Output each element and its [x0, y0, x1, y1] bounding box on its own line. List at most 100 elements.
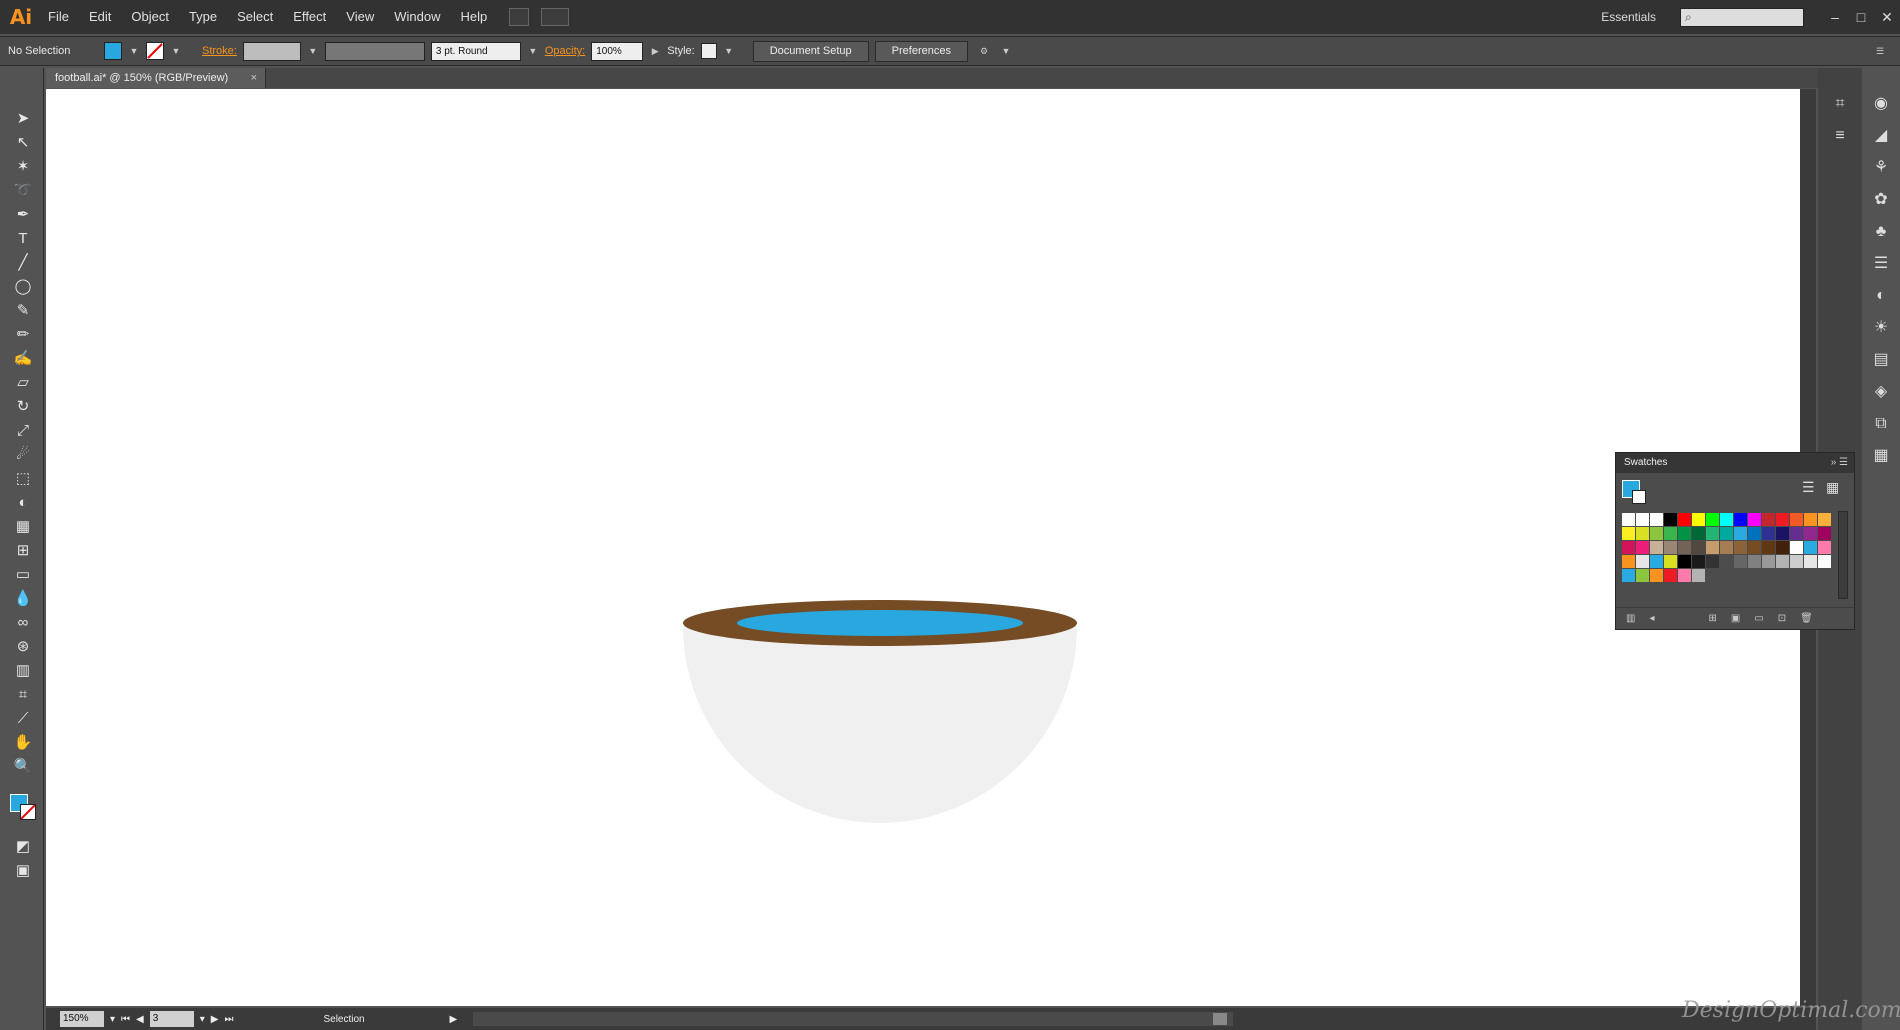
folder-icon[interactable]: ▭: [1754, 613, 1763, 624]
swatch-color[interactable]: [1678, 569, 1691, 582]
swatch-color[interactable]: [1790, 541, 1803, 554]
gradient-tool-icon[interactable]: ▭: [8, 562, 38, 586]
menu-effect[interactable]: Effect: [283, 0, 336, 34]
warp-tool-icon[interactable]: ☄: [8, 442, 38, 466]
menu-window[interactable]: Window: [384, 0, 450, 34]
swatch-color[interactable]: [1818, 555, 1831, 568]
swatch-color[interactable]: [1706, 513, 1719, 526]
document-setup-button[interactable]: Document Setup: [752, 40, 869, 62]
swatch-color[interactable]: [1804, 513, 1817, 526]
symbols-panel-icon[interactable]: ♣: [1868, 220, 1894, 244]
selection-tool-icon[interactable]: ➤: [8, 106, 38, 130]
artboards-panel-icon[interactable]: ⌗: [1827, 92, 1853, 116]
help-search-input[interactable]: ⌕: [1680, 7, 1804, 27]
rotate-tool-icon[interactable]: ↻: [8, 394, 38, 418]
swatch-color[interactable]: [1776, 513, 1789, 526]
menu-view[interactable]: View: [336, 0, 384, 34]
opacity-field[interactable]: 100%: [591, 41, 644, 61]
swatch-grid[interactable]: [1622, 513, 1834, 582]
swatches-panel-icon[interactable]: ▦: [1868, 444, 1894, 468]
swatch-color[interactable]: [1622, 527, 1635, 540]
minimize-button[interactable]: –: [1822, 7, 1848, 27]
swatch-color[interactable]: [1776, 541, 1789, 554]
chevron-down-icon[interactable]: ▼: [527, 42, 539, 60]
brushes-panel-icon[interactable]: ✿: [1868, 188, 1894, 212]
swatch-color[interactable]: [1720, 555, 1733, 568]
swatch-color[interactable]: [1734, 527, 1747, 540]
scale-tool-icon[interactable]: ⤢: [8, 418, 38, 442]
swatch-color[interactable]: [1650, 527, 1663, 540]
chevron-down-icon[interactable]: ▼: [170, 42, 182, 60]
chevron-right-icon[interactable]: ▶: [649, 42, 661, 60]
gradient-panel-icon[interactable]: ◐: [1868, 284, 1894, 308]
stroke-weight-field[interactable]: [242, 41, 301, 61]
transparency-panel-icon[interactable]: ☀: [1868, 316, 1894, 340]
swatch-color[interactable]: [1762, 527, 1775, 540]
swatch-color[interactable]: [1692, 555, 1705, 568]
artboard-number-field[interactable]: 3: [149, 1011, 194, 1027]
maximize-button[interactable]: □: [1848, 7, 1874, 27]
magic-wand-icon[interactable]: ✶: [8, 154, 38, 178]
eyedropper-icon[interactable]: 💧: [8, 586, 38, 610]
zoom-tool-icon[interactable]: 🔍: [8, 754, 38, 778]
swatch-color[interactable]: [1790, 513, 1803, 526]
swatch-color[interactable]: [1622, 541, 1635, 554]
bridge-icon[interactable]: [509, 8, 530, 26]
free-transform-icon[interactable]: ⬚: [8, 466, 38, 490]
appearance-panel-icon[interactable]: ⚘: [1868, 156, 1894, 180]
swatch-color[interactable]: [1678, 527, 1691, 540]
direct-selection-tool-icon[interactable]: ↖: [8, 130, 38, 154]
swatch-options-icon[interactable]: ⊞: [1708, 613, 1716, 624]
swatch-color[interactable]: [1762, 513, 1775, 526]
swatch-color[interactable]: [1734, 541, 1747, 554]
swatch-color[interactable]: [1776, 555, 1789, 568]
artboard-canvas[interactable]: [46, 89, 1800, 1006]
line-tool-icon[interactable]: ╱: [8, 250, 38, 274]
swatch-color[interactable]: [1776, 527, 1789, 540]
menu-select[interactable]: Select: [227, 0, 283, 34]
type-tool-icon[interactable]: T: [8, 226, 38, 250]
swatch-color[interactable]: [1762, 541, 1775, 554]
swatch-color[interactable]: [1748, 541, 1761, 554]
swatch-color[interactable]: [1664, 513, 1677, 526]
layers-panel-icon[interactable]: ◈: [1868, 380, 1894, 404]
current-tool-status[interactable]: Selection: [323, 1014, 443, 1025]
arrange-documents-icon[interactable]: [541, 8, 570, 26]
lasso-tool-icon[interactable]: ➰: [8, 178, 38, 202]
swatch-color[interactable]: [1664, 541, 1677, 554]
swatch-color[interactable]: [1664, 527, 1677, 540]
swatch-color[interactable]: [1664, 569, 1677, 582]
swatch-color[interactable]: [1636, 527, 1649, 540]
swatch-color[interactable]: [1692, 527, 1705, 540]
swatch-color[interactable]: [1678, 555, 1691, 568]
swatch-color[interactable]: [1790, 527, 1803, 540]
grid-view-icon[interactable]: ▦: [1826, 479, 1839, 496]
scroll-thumb[interactable]: [1213, 1013, 1228, 1025]
screen-mode-icon[interactable]: ▣: [8, 858, 38, 882]
chevron-down-icon[interactable]: ▾: [110, 1014, 115, 1025]
chevron-down-icon[interactable]: ▼: [1000, 42, 1012, 60]
slice-tool-icon[interactable]: ⟋: [8, 706, 38, 730]
swatch-color[interactable]: [1622, 513, 1635, 526]
swatch-stroke-preview[interactable]: [1632, 490, 1646, 504]
list-view-icon[interactable]: ☰: [1802, 479, 1815, 496]
color-guide-icon[interactable]: ◢: [1868, 124, 1894, 148]
menu-file[interactable]: File: [38, 0, 79, 34]
drawing-modes-icon[interactable]: ◩: [8, 834, 38, 858]
stroke-none-swatch[interactable]: [146, 42, 164, 60]
perspective-grid-icon[interactable]: ▦: [8, 514, 38, 538]
swatch-color[interactable]: [1692, 513, 1705, 526]
swatch-color[interactable]: [1804, 555, 1817, 568]
swatch-libraries-icon[interactable]: ▥: [1626, 613, 1635, 624]
hand-tool-icon[interactable]: ✋: [8, 730, 38, 754]
swatch-color[interactable]: [1734, 555, 1747, 568]
color-panel-icon[interactable]: ◉: [1868, 92, 1894, 116]
next-artboard-icon[interactable]: ▶: [211, 1014, 219, 1025]
swatch-color[interactable]: [1706, 541, 1719, 554]
blend-tool-icon[interactable]: ∞: [8, 610, 38, 634]
swatch-color[interactable]: [1748, 555, 1761, 568]
swatch-color[interactable]: [1748, 513, 1761, 526]
swatch-color[interactable]: [1678, 513, 1691, 526]
swatch-color[interactable]: [1734, 513, 1747, 526]
variable-width-profile[interactable]: [324, 41, 425, 61]
